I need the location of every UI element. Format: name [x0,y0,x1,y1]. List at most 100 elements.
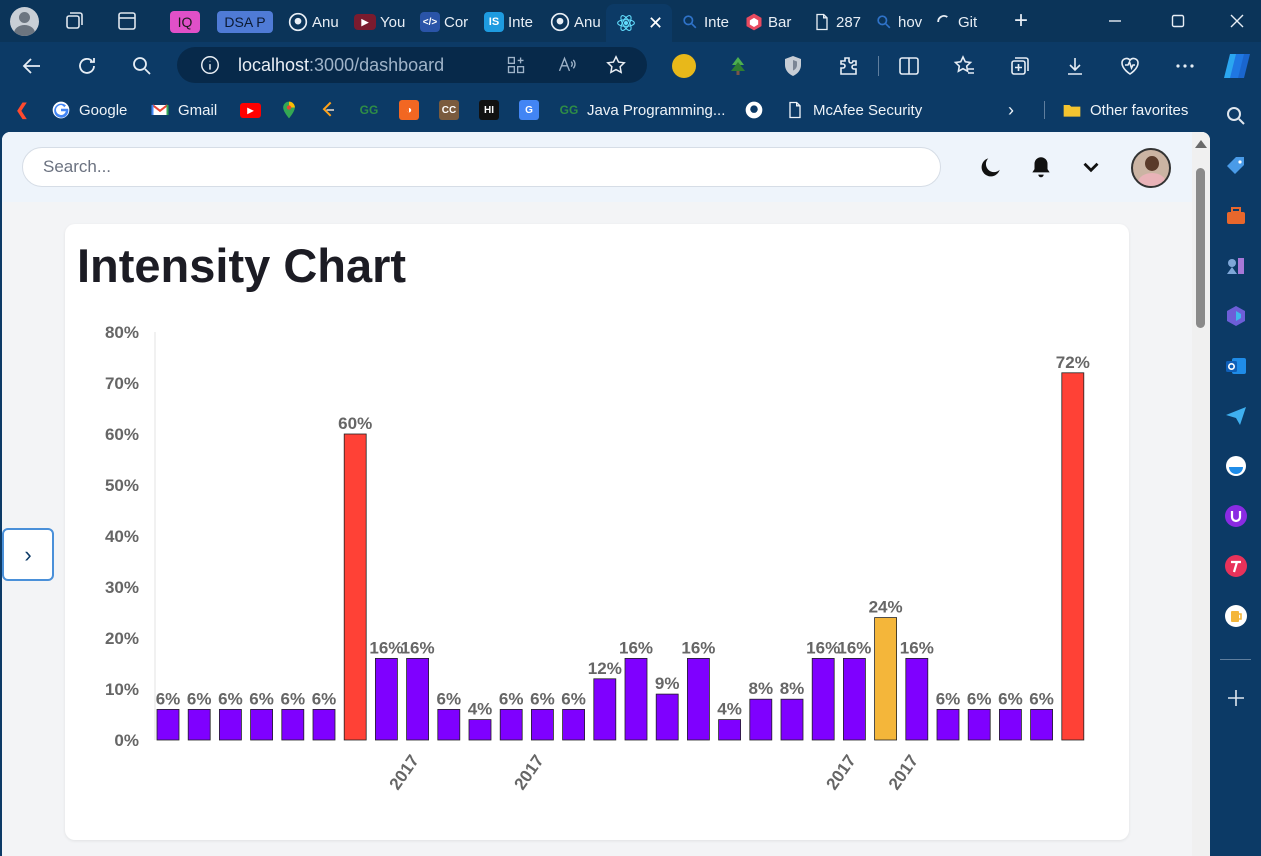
avatar[interactable] [1131,148,1171,188]
bookmark-arrow[interactable]: ❮ [12,99,32,121]
site-info-icon[interactable] [199,54,221,76]
address-bar[interactable]: localhost:3000/dashboard [177,47,647,83]
copilot-sidebar-icon[interactable] [1224,304,1248,328]
bookmark-hackerrank[interactable]: HI [479,99,499,121]
bar-value-label: 6% [437,689,462,708]
bookmark-translate[interactable]: G [519,99,539,121]
shield-icon[interactable] [781,54,805,78]
github-icon [550,12,570,32]
bookmark-maps[interactable] [279,99,299,121]
tab-iq[interactable]: IQ [170,6,212,38]
bookmark-leetcode[interactable] [319,99,339,121]
drop-icon[interactable] [1224,454,1248,478]
tab-youtube[interactable]: ▶ You [354,6,412,38]
toolbox-icon[interactable] [1224,204,1248,228]
back-icon[interactable] [20,54,44,78]
favorites-overflow-chevron-icon[interactable]: › [1008,99,1014,121]
url-host: localhost [238,55,310,75]
bar-value-label: 24% [869,598,903,617]
sidebar-expand-button[interactable]: › [2,528,54,581]
apps-icon[interactable] [506,55,526,75]
minimize-button[interactable] [1100,6,1130,36]
arrow-bookmark-icon: ❮ [15,102,29,119]
bookmark-github[interactable] [744,99,764,121]
tab-code[interactable]: </> Cor [420,6,476,38]
tab-page[interactable]: 287 [812,6,870,38]
bar [156,708,180,741]
tab-dsa[interactable]: DSA P [217,6,275,38]
chevron-down-icon[interactable] [1078,154,1104,180]
collections-icon[interactable] [1008,54,1032,78]
bar [936,708,960,741]
scroll-thumb[interactable] [1196,168,1205,328]
bookmark-label: McAfee Security [813,101,923,119]
games-icon[interactable] [1224,254,1248,278]
bell-icon[interactable] [1028,154,1054,180]
bookmark-gmail[interactable]: Gmail [150,99,217,121]
outlook-icon[interactable] [1224,354,1248,378]
coding-ninjas-icon: ◑ [399,100,419,120]
workspaces-icon[interactable] [62,9,86,33]
bookmark-java[interactable]: GG Java Programming... [559,99,726,121]
page-icon [816,13,828,31]
favorite-star-icon[interactable] [605,54,627,76]
chevron-right-icon: › [24,541,32,567]
read-aloud-icon[interactable] [557,55,577,75]
downloads-icon[interactable] [1063,54,1087,78]
browser-essentials-icon[interactable] [1118,54,1142,78]
bar-value-label: 60% [338,414,372,433]
bookmark-gfg[interactable]: GG [359,99,379,121]
bar [624,657,648,741]
scroll-up-arrow-icon[interactable] [1195,140,1207,148]
bookmark-other-favorites[interactable]: Other favorites [1062,99,1188,121]
more-menu-icon[interactable] [1173,54,1197,78]
search-icon[interactable] [130,54,154,78]
bookmark-codechef[interactable]: CC [439,99,459,121]
loading-icon [937,15,948,23]
tab-label: Anu [574,13,601,31]
copilot-icon[interactable] [1222,52,1252,80]
bar [218,708,242,741]
tab-github-2[interactable]: Anu [550,6,606,38]
u-app-icon[interactable] [1224,504,1248,528]
new-tab-button[interactable]: + [1006,6,1036,36]
page-scrollbar[interactable] [1192,132,1210,856]
search-input[interactable] [22,147,941,187]
refresh-icon[interactable] [75,54,99,78]
tab-is[interactable]: IS Inte [484,6,542,38]
tab-label: Inte [704,13,730,31]
bar [499,708,523,741]
vertical-tabs-icon[interactable] [115,9,139,33]
bookmark-youtube[interactable]: ▶ [240,99,261,121]
t-app-icon[interactable] [1224,554,1248,578]
bookmark-mcafee[interactable]: McAfee Security [785,99,922,121]
tab-github-1[interactable]: Anu [288,6,346,38]
bookmark-google[interactable]: Google [51,99,127,121]
maximize-button[interactable] [1163,6,1193,36]
send-icon[interactable] [1224,404,1248,428]
close-window-button[interactable] [1222,6,1252,36]
close-tab-icon[interactable]: ✕ [648,13,663,34]
tab-dashboard-active[interactable]: ✕ [606,4,672,42]
tab-search-1[interactable]: Inte [680,6,738,38]
bookmark-coding-ninjas[interactable]: ◑ [399,99,419,121]
tab-bar[interactable]: Bar [744,6,802,38]
extension-badge-icon[interactable] [672,54,696,78]
y-tick-label: 80% [105,323,139,342]
moon-icon[interactable] [978,154,1004,180]
bar-value-label: 8% [780,679,805,698]
tab-git[interactable]: Git [934,6,994,38]
split-screen-icon[interactable] [897,54,921,78]
profile-avatar-icon[interactable] [10,7,39,36]
shopping-tag-icon[interactable] [1224,154,1248,178]
maps-icon [283,101,295,119]
search-icon[interactable] [1224,104,1248,128]
bar [187,708,211,741]
bar [250,708,274,741]
favorites-icon[interactable] [953,54,977,78]
mug-app-icon[interactable] [1224,604,1248,628]
tab-search-2[interactable]: hov [874,6,932,38]
tree-extension-icon[interactable] [726,54,750,78]
extensions-icon[interactable] [836,54,860,78]
add-icon[interactable] [1224,686,1248,710]
